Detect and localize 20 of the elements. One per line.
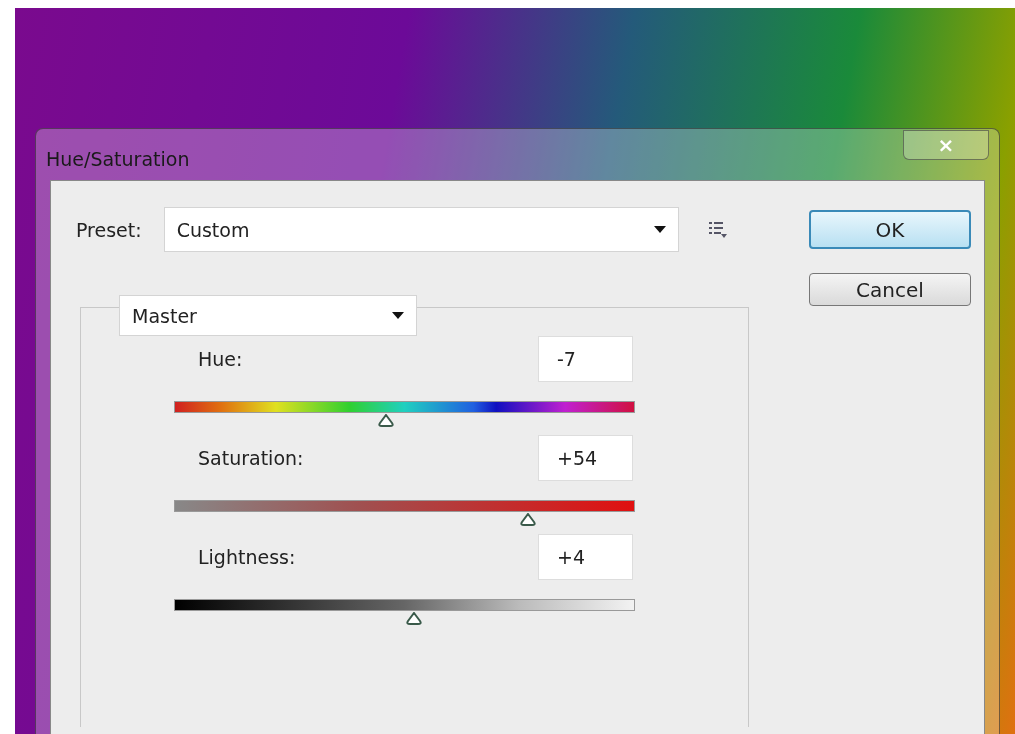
slider-label: Hue: bbox=[198, 348, 243, 370]
value-field[interactable]: -7 bbox=[538, 336, 633, 382]
slider-label: Saturation: bbox=[198, 447, 304, 469]
window-title: Hue/Saturation bbox=[46, 147, 190, 170]
caret-icon bbox=[392, 312, 404, 319]
value-field[interactable]: +4 bbox=[538, 534, 633, 580]
caret-icon bbox=[653, 226, 666, 233]
slider-thumb[interactable] bbox=[377, 414, 396, 427]
channel-value: Master bbox=[132, 304, 197, 327]
preset-value: Custom bbox=[176, 218, 250, 241]
ok-button[interactable]: OK bbox=[809, 210, 971, 249]
preset-label: Preset: bbox=[76, 218, 142, 241]
cancel-button[interactable]: Cancel bbox=[809, 273, 971, 306]
slider-thumb[interactable] bbox=[519, 513, 538, 526]
value-field[interactable]: +54 bbox=[538, 435, 633, 481]
slider-thumb[interactable] bbox=[404, 612, 423, 625]
preset-dropdown[interactable]: Custom bbox=[163, 207, 679, 252]
list-menu-icon[interactable] bbox=[708, 221, 727, 238]
channel-dropdown[interactable]: Master bbox=[119, 295, 417, 336]
slider-label: Lightness: bbox=[198, 546, 296, 568]
